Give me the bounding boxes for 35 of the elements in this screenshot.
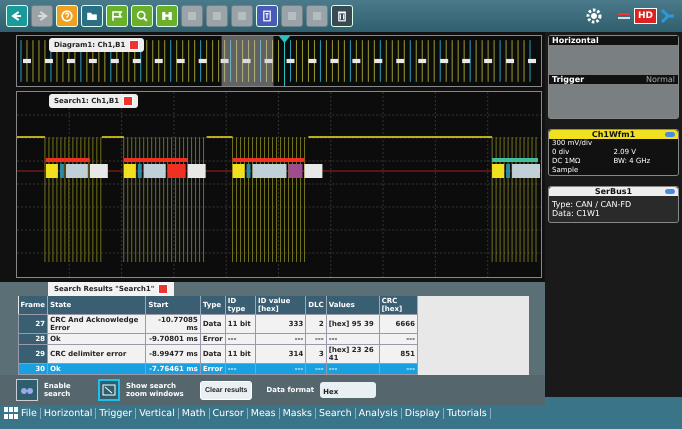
settings-icon[interactable] xyxy=(584,6,604,26)
menu-item[interactable]: Tutorials xyxy=(444,408,491,418)
bus-setting: Data: C1W1 xyxy=(552,209,602,218)
hd-badge[interactable]: HD xyxy=(634,8,657,24)
close-icon[interactable] xyxy=(158,284,168,294)
bus-setting: Type: CAN / CAN-FD xyxy=(552,200,632,209)
menu-item[interactable]: Display xyxy=(402,408,444,418)
menu-item[interactable]: Analysis xyxy=(356,408,402,418)
enable-search-button[interactable] xyxy=(16,379,38,401)
panel-title: Trigger xyxy=(552,75,584,84)
menu-item[interactable]: Meas xyxy=(248,408,280,418)
question-icon xyxy=(59,8,75,24)
zoom-windows-button[interactable] xyxy=(98,379,120,401)
panel-title: SerBus1 xyxy=(594,187,632,196)
menu-item[interactable]: Vertical xyxy=(136,408,179,418)
menu-item[interactable]: Cursor xyxy=(210,408,248,418)
menu-item[interactable]: Trigger xyxy=(96,408,136,418)
trigger-mode: Normal xyxy=(646,75,675,84)
toggle-icon[interactable] xyxy=(665,132,675,137)
menu-item[interactable]: Masks xyxy=(280,408,316,418)
grid-icon[interactable] xyxy=(4,407,18,419)
flag-icon xyxy=(109,8,125,24)
close-icon[interactable] xyxy=(123,96,134,106)
panel-title: Ch1Wfm1 xyxy=(592,130,636,139)
menu-item[interactable]: Math xyxy=(178,408,210,418)
menu-item[interactable]: File xyxy=(18,408,41,418)
close-icon[interactable] xyxy=(129,40,140,50)
menu-item[interactable]: Horizontal xyxy=(40,408,96,418)
window-icon xyxy=(102,383,116,397)
panel-title: Horizontal xyxy=(552,36,599,45)
bus-panel[interactable]: SerBus1 Type: CAN / CAN-FD Data: C1W1 xyxy=(548,186,679,223)
toggle-icon[interactable] xyxy=(665,189,675,194)
horizontal-panel[interactable]: Horizontal Trigger Normal xyxy=(548,35,679,119)
magnifier-icon xyxy=(134,8,150,24)
menu-item[interactable]: Search xyxy=(316,408,356,418)
